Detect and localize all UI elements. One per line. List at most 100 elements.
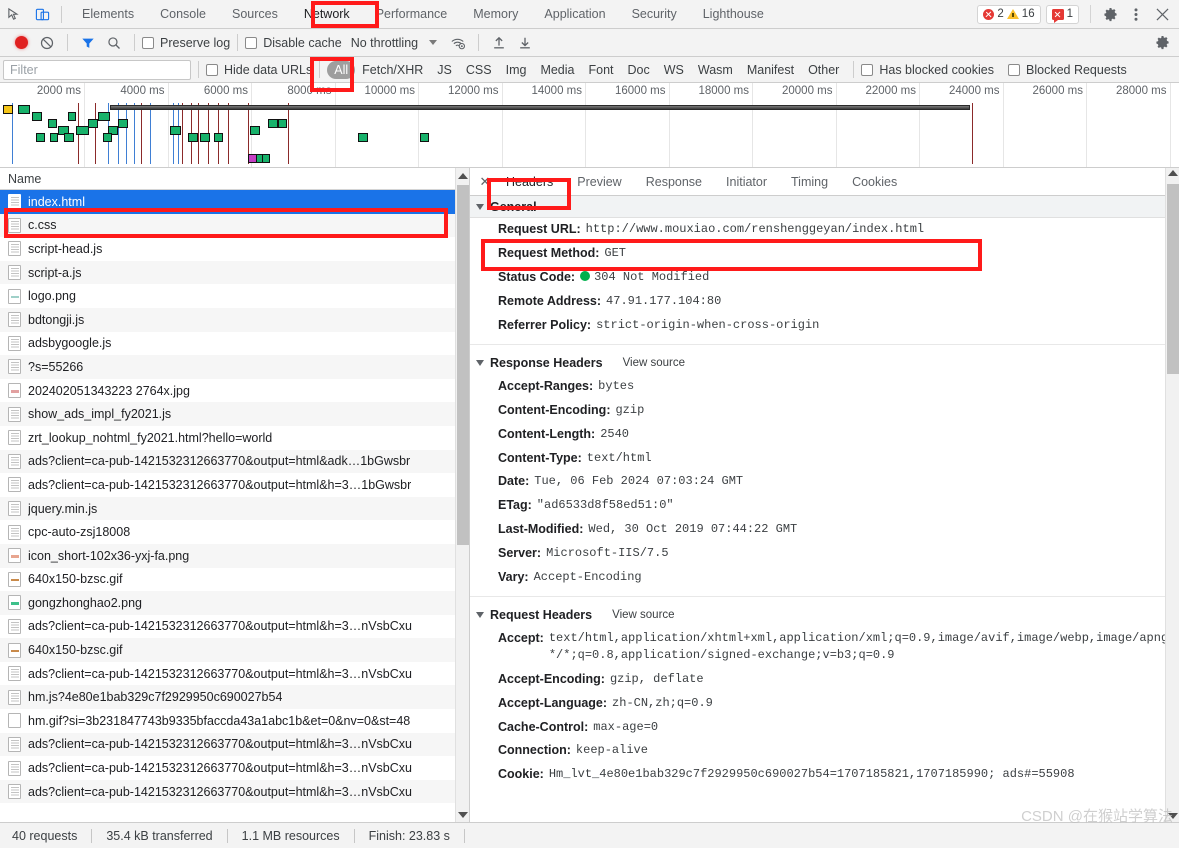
throttling-select[interactable]: No throttling: [351, 36, 418, 50]
export-har-icon[interactable]: [512, 31, 538, 55]
chevron-down-icon[interactable]: [429, 40, 438, 45]
has-blocked-cookies-checkbox[interactable]: Has blocked cookies: [861, 63, 994, 77]
request-row[interactable]: ads?client=ca-pub-1421532312663770&outpu…: [0, 756, 469, 780]
tab-network[interactable]: Network: [291, 0, 363, 28]
close-devtools-icon[interactable]: [1149, 1, 1175, 27]
detail-tab-initiator[interactable]: Initiator: [714, 168, 779, 195]
request-row[interactable]: c.css: [0, 213, 469, 238]
detail-tab-cookies[interactable]: Cookies: [840, 168, 909, 195]
request-row[interactable]: gongzhonghao2.png: [0, 591, 469, 615]
request-row[interactable]: jquery.min.js: [0, 496, 469, 521]
detail-tab-headers[interactable]: Headers: [494, 168, 565, 195]
tab-elements[interactable]: Elements: [69, 0, 147, 28]
disable-cache-checkbox[interactable]: Disable cache: [245, 36, 342, 50]
request-row[interactable]: ads?client=ca-pub-1421532312663770&outpu…: [0, 779, 469, 804]
request-headers-section-header[interactable]: Request Headers View source: [470, 603, 1179, 627]
request-name: c.css: [28, 218, 57, 233]
filter-type-font[interactable]: Font: [581, 61, 620, 79]
request-row[interactable]: ads?client=ca-pub-1421532312663770&outpu…: [0, 449, 469, 474]
request-row[interactable]: script-a.js: [0, 260, 469, 285]
request-row[interactable]: zrt_lookup_nohtml_fy2021.html?hello=worl…: [0, 426, 469, 450]
tab-memory[interactable]: Memory: [460, 0, 531, 28]
section-divider: [470, 343, 1179, 345]
tab-lighthouse[interactable]: Lighthouse: [690, 0, 777, 28]
request-row[interactable]: bdtongji.js: [0, 307, 469, 332]
scrollbar-thumb[interactable]: [457, 185, 469, 545]
blocked-requests-checkbox[interactable]: Blocked Requests: [1008, 63, 1127, 77]
tab-console[interactable]: Console: [147, 0, 219, 28]
request-list-scrollbar[interactable]: [455, 168, 469, 822]
request-view-source-link[interactable]: View source: [612, 609, 674, 621]
scroll-down-icon[interactable]: [456, 807, 470, 822]
request-row[interactable]: hm.js?4e80e1bab329c7f2929950c690027b54: [0, 685, 469, 710]
clear-button[interactable]: [34, 31, 60, 55]
scroll-down-icon[interactable]: [1168, 813, 1178, 819]
more-options-icon[interactable]: [1123, 1, 1149, 27]
tab-performance[interactable]: Performance: [363, 0, 461, 28]
filter-toggle-button[interactable]: [75, 31, 101, 55]
request-row[interactable]: ads?client=ca-pub-1421532312663770&outpu…: [0, 615, 469, 639]
network-settings-gear-icon[interactable]: [1149, 30, 1175, 56]
detail-tab-preview[interactable]: Preview: [565, 168, 633, 195]
inspect-element-icon[interactable]: [0, 1, 28, 27]
close-detail-icon[interactable]: ✕: [476, 173, 494, 191]
scroll-up-icon[interactable]: [1168, 170, 1178, 176]
request-row[interactable]: ads?client=ca-pub-1421532312663770&outpu…: [0, 473, 469, 497]
detail-tab-response[interactable]: Response: [634, 168, 714, 195]
request-row[interactable]: icon_short-102x36-yxj-fa.png: [0, 543, 469, 568]
request-row[interactable]: ?s=55266: [0, 355, 469, 379]
request-row[interactable]: index.html: [0, 190, 469, 214]
filter-type-ws[interactable]: WS: [657, 61, 691, 79]
message-counter[interactable]: 1: [1045, 4, 1079, 24]
record-button[interactable]: [8, 31, 34, 55]
scroll-up-icon[interactable]: [456, 168, 470, 183]
request-row[interactable]: ads?client=ca-pub-1421532312663770&outpu…: [0, 732, 469, 757]
tab-security[interactable]: Security: [619, 0, 690, 28]
request-row[interactable]: cpc-auto-zsj18008: [0, 520, 469, 544]
filter-type-fetch-xhr[interactable]: Fetch/XHR: [355, 61, 430, 79]
collapse-triangle-icon[interactable]: [476, 611, 484, 618]
request-row[interactable]: ads?client=ca-pub-1421532312663770&outpu…: [0, 662, 469, 686]
settings-gear-icon[interactable]: [1097, 1, 1123, 27]
response-headers-section-header[interactable]: Response Headers View source: [470, 351, 1179, 375]
network-conditions-icon[interactable]: [445, 31, 471, 55]
collapse-triangle-icon[interactable]: [476, 203, 484, 210]
collapse-triangle-icon[interactable]: [476, 359, 484, 366]
filter-type-css[interactable]: CSS: [459, 61, 499, 79]
request-row[interactable]: 640x150-bzsc.gif: [0, 568, 469, 592]
filter-input[interactable]: [3, 59, 191, 80]
general-section-header[interactable]: General: [470, 196, 1179, 218]
filter-type-js[interactable]: JS: [430, 61, 459, 79]
filter-type-wasm[interactable]: Wasm: [691, 61, 740, 79]
hide-data-urls-checkbox[interactable]: Hide data URLs: [206, 63, 312, 77]
filter-type-all[interactable]: All: [327, 60, 356, 79]
detail-tab-timing[interactable]: Timing: [779, 168, 840, 195]
checkbox-box: [245, 36, 258, 49]
response-view-source-link[interactable]: View source: [623, 357, 685, 369]
filter-type-img[interactable]: Img: [499, 61, 534, 79]
request-row[interactable]: hm.gif?si=3b231847743b9335bfaccda43a1abc…: [0, 709, 469, 733]
request-row[interactable]: 640x150-bzsc.gif: [0, 638, 469, 662]
tab-sources[interactable]: Sources: [219, 0, 291, 28]
filter-type-manifest[interactable]: Manifest: [740, 61, 801, 79]
blocked-requests-label: Blocked Requests: [1026, 62, 1127, 77]
request-row[interactable]: adsbygoogle.js: [0, 332, 469, 356]
request-row[interactable]: show_ads_impl_fy2021.js: [0, 402, 469, 426]
detail-scrollbar[interactable]: [1165, 168, 1179, 822]
timeline-event-line: [126, 103, 127, 164]
request-row[interactable]: logo.png: [0, 284, 469, 308]
network-overview-timeline[interactable]: 2000 ms 4000 ms 6000 ms 8000 ms 10000 ms 1200…: [0, 83, 1179, 168]
request-list[interactable]: index.html c.css script-head.js script-a.js…: [0, 190, 469, 822]
filter-type-other[interactable]: Other: [801, 61, 846, 79]
tab-application[interactable]: Application: [531, 0, 618, 28]
filter-type-media[interactable]: Media: [533, 61, 581, 79]
device-toolbar-icon[interactable]: [28, 1, 56, 27]
request-row[interactable]: 202402051343223 2764x.jpg: [0, 379, 469, 403]
request-row[interactable]: script-head.js: [0, 237, 469, 261]
filter-type-doc[interactable]: Doc: [621, 61, 657, 79]
preserve-log-checkbox[interactable]: Preserve log: [142, 36, 230, 50]
import-har-icon[interactable]: [486, 31, 512, 55]
scrollbar-thumb[interactable]: [1167, 184, 1179, 374]
search-button[interactable]: [101, 31, 127, 55]
issue-counters[interactable]: 2 16: [977, 4, 1041, 24]
